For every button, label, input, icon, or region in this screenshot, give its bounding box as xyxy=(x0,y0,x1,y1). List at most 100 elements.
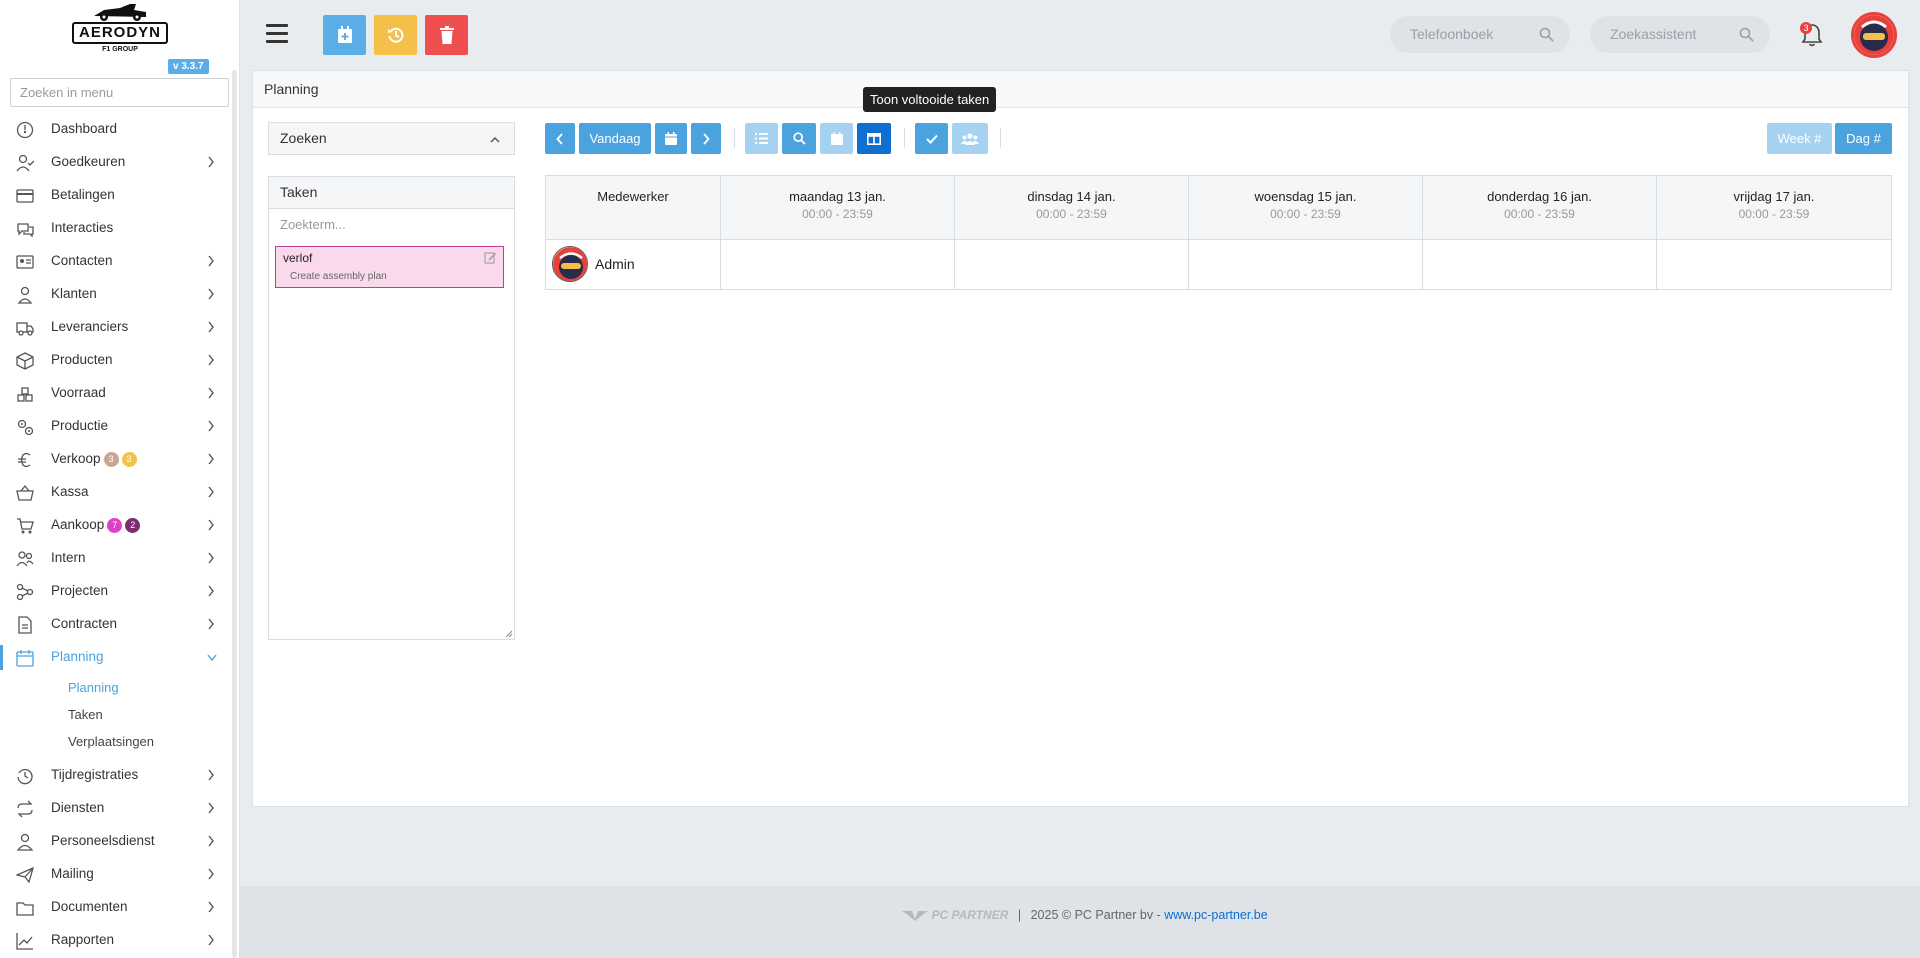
calendar-day-cell[interactable] xyxy=(1423,240,1657,289)
sidebar-item-klanten[interactable]: Klanten xyxy=(0,278,235,311)
sidebar-item-projecten[interactable]: Projecten xyxy=(0,575,235,608)
calendar-day-cell[interactable] xyxy=(955,240,1189,289)
sidebar-item-label: Verkoop 3 3 xyxy=(51,451,137,467)
day-label: donderdag 16 jan. xyxy=(1487,189,1592,204)
aerodyn-logo[interactable]: AERODYN F1 GROUP xyxy=(72,2,168,54)
document-icon xyxy=(18,616,32,634)
new-appointment-button[interactable] xyxy=(323,15,366,55)
chevron-up-icon xyxy=(490,136,500,143)
sidebar-item-personeelsdienst[interactable]: Personeelsdienst xyxy=(0,825,235,858)
sidebar-subitem-planning[interactable]: Planning xyxy=(0,674,235,701)
task-subtitle: Create assembly plan xyxy=(290,271,387,282)
sidebar-item-label: Intern xyxy=(51,550,86,565)
date-picker-button[interactable] xyxy=(655,123,687,154)
gears-icon xyxy=(17,419,34,436)
day-number-button[interactable]: Dag # xyxy=(1835,123,1892,154)
sidebar-item-rapporten[interactable]: Rapporten xyxy=(0,924,235,957)
version-badge: v 3.3.7 xyxy=(168,59,209,74)
user-avatar[interactable] xyxy=(1851,12,1897,58)
list-view-button[interactable] xyxy=(745,123,778,154)
sidebar-item-kassa[interactable]: Kassa xyxy=(0,476,235,509)
resize-handle-icon[interactable] xyxy=(505,630,513,638)
helmet-avatar-image xyxy=(1854,15,1894,55)
calendar-view-button[interactable] xyxy=(820,123,853,154)
sidebar-nav: Dashboard Goedkeuren Betalingen Interacties… xyxy=(0,113,235,957)
chevron-right-icon xyxy=(208,835,214,847)
sidebar-subitem-verplaatsingen[interactable]: Verplaatsingen xyxy=(0,728,235,755)
list-icon xyxy=(755,133,768,144)
sidebar-subitem-label: Planning xyxy=(68,680,119,695)
sidebar-item-label: Projecten xyxy=(51,583,109,598)
day-hours: 00:00 - 23:59 xyxy=(1504,207,1575,221)
show-completed-tasks-button[interactable] xyxy=(915,123,948,154)
calendar-day-cell[interactable] xyxy=(721,240,955,289)
sidebar-item-intern[interactable]: Intern xyxy=(0,542,235,575)
sidebar-item-leveranciers[interactable]: Leveranciers xyxy=(0,311,235,344)
columns-view-button[interactable] xyxy=(857,123,891,154)
chat-bubbles-icon xyxy=(17,223,34,238)
sidebar-item-dashboard[interactable]: Dashboard xyxy=(0,113,235,146)
day-column-header: vrijdag 17 jan. 00:00 - 23:59 xyxy=(1657,176,1891,240)
chevron-right-icon xyxy=(208,802,214,814)
assistant-search[interactable]: Zoekassistent xyxy=(1590,16,1770,53)
sidebar-subitem-taken[interactable]: Taken xyxy=(0,701,235,728)
phonebook-search[interactable]: Telefoonboek xyxy=(1390,16,1570,53)
delete-button[interactable] xyxy=(425,15,468,55)
edit-icon[interactable] xyxy=(484,251,497,264)
menu-search-input[interactable] xyxy=(10,78,229,107)
sidebar-item-aankoop[interactable]: Aankoop 7 2 xyxy=(0,509,235,542)
sidebar-item-planning[interactable]: Planning xyxy=(0,641,235,674)
chart-line-icon xyxy=(16,933,33,950)
euro-icon xyxy=(18,452,31,468)
sidebar-item-productie[interactable]: Productie xyxy=(0,410,235,443)
history-icon xyxy=(387,27,403,43)
sidebar-item-documenten[interactable]: Documenten xyxy=(0,891,235,924)
sidebar-item-diensten[interactable]: Diensten xyxy=(0,792,235,825)
calendar-icon xyxy=(16,650,34,667)
chevron-right-icon xyxy=(208,288,214,300)
sidebar-item-label: Contracten xyxy=(51,616,118,631)
person-icon xyxy=(17,286,33,304)
today-button[interactable]: Vandaag xyxy=(579,123,651,154)
box-icon xyxy=(16,352,34,370)
group-view-button[interactable] xyxy=(952,123,988,154)
chevron-right-icon xyxy=(208,618,214,630)
sidebar-item-producten[interactable]: Producten xyxy=(0,344,235,377)
footer-link[interactable]: www.pc-partner.be xyxy=(1164,908,1268,922)
sidebar-item-mailing[interactable]: Mailing xyxy=(0,858,235,891)
footer-logo-text: PC PARTNER xyxy=(931,908,1009,922)
search-panel-toggle[interactable]: Zoeken xyxy=(268,122,515,155)
chevron-right-icon xyxy=(208,420,214,432)
brand-name: AERODYN xyxy=(72,22,168,44)
calendar-day-cell[interactable] xyxy=(1189,240,1423,289)
sidebar-item-voorraad[interactable]: Voorraad xyxy=(0,377,235,410)
next-button[interactable] xyxy=(691,123,721,154)
day-hours: 00:00 - 23:59 xyxy=(1036,207,1107,221)
sidebar-scrollbar[interactable] xyxy=(232,70,237,958)
sidebar-item-contacten[interactable]: Contacten xyxy=(0,245,235,278)
tasks-panel: Taken Zoekterm... verlof Create assembly… xyxy=(268,176,515,640)
day-column-header: donderdag 16 jan. 00:00 - 23:59 xyxy=(1423,176,1657,240)
employee-cell[interactable]: Admin xyxy=(546,240,721,289)
previous-button[interactable] xyxy=(545,123,575,154)
history-button[interactable] xyxy=(374,15,417,55)
search-button[interactable] xyxy=(782,123,816,154)
cart-icon xyxy=(17,518,34,534)
sidebar-item-contracten[interactable]: Contracten xyxy=(0,608,235,641)
toolbar-divider xyxy=(1000,128,1001,148)
sidebar-item-interacties[interactable]: Interacties xyxy=(0,212,235,245)
contact-card-icon xyxy=(16,255,34,269)
sidebar-item-label: Documenten xyxy=(51,899,128,914)
task-card[interactable]: verlof Create assembly plan xyxy=(275,246,504,288)
task-title: verlof xyxy=(283,251,313,265)
sidebar-item-verkoop[interactable]: Verkoop 3 3 xyxy=(0,443,235,476)
sidebar-item-betalingen[interactable]: Betalingen xyxy=(0,179,235,212)
clock-icon xyxy=(17,769,33,785)
chevron-right-icon xyxy=(208,585,214,597)
tasks-search-input[interactable]: Zoekterm... xyxy=(280,217,346,232)
calendar-day-cell[interactable] xyxy=(1657,240,1891,289)
sidebar-item-tijdregistraties[interactable]: Tijdregistraties xyxy=(0,759,235,792)
sidebar-item-goedkeuren[interactable]: Goedkeuren xyxy=(0,146,235,179)
hamburger-menu-icon[interactable] xyxy=(266,24,288,44)
week-number-button[interactable]: Week # xyxy=(1767,123,1832,154)
